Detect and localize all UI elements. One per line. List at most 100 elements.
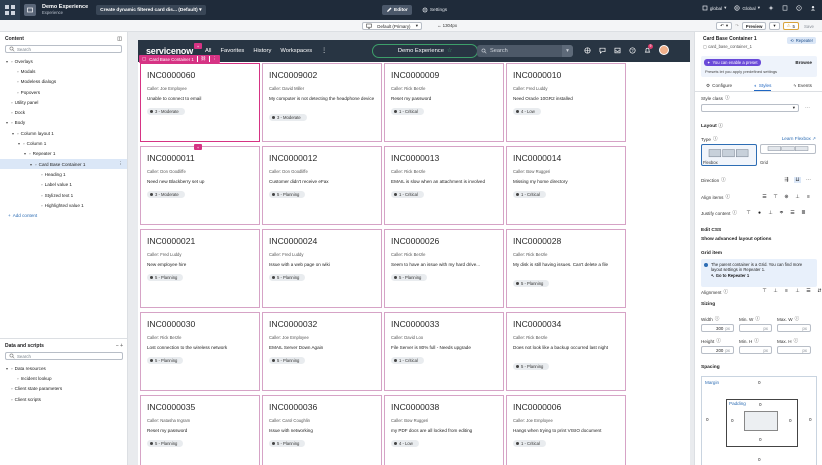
min-w-input[interactable]: px [739,324,772,332]
chevron-icon[interactable]: ▾ [11,131,15,136]
plus-icon[interactable]: + [120,343,123,349]
tree-item[interactable]: ▫ Client scripts [0,394,128,404]
more-icon[interactable]: ⋯ [805,105,810,111]
tree-item[interactable]: ▫ Stylized text 1 [0,190,127,200]
more-icon[interactable]: ⋮ [212,56,216,62]
height-input[interactable]: 200 px [701,346,734,354]
content-search-input[interactable]: Search [5,45,122,53]
viewport-select[interactable]: Default (Primary) ▾ [362,22,422,30]
incident-card[interactable]: INC0000011 Caller: Don Goodliffe Need new … [140,146,260,225]
parent-badge[interactable]: ⟲ Repeater [787,37,816,44]
preview-menu-button[interactable]: ▾ [769,22,780,30]
drag-handle-top[interactable]: + [194,43,202,49]
inbox-icon[interactable] [614,47,621,54]
incident-card[interactable]: INC0000014 Caller: Bow Ruggeri Missing my … [506,146,626,225]
chevron-icon[interactable]: ▾ [5,59,9,64]
incident-card[interactable]: INC0000009 Caller: Rick Berzle Reset my pa… [384,63,504,142]
sparkle-icon[interactable] [768,5,774,11]
tab-configure[interactable]: ⚙ Configure [706,82,732,91]
tree-item[interactable]: ▾ ▫ Repeater 1 [0,149,127,159]
tree-item[interactable]: ▫ Client state parameters [0,384,128,394]
tab-events[interactable]: ϟ Events [793,82,811,91]
incident-card[interactable]: INC0009002 Caller: David Miller My compute… [262,63,382,142]
add-content-link[interactable]: + Add content [0,210,127,220]
padding-left-value[interactable]: 0 [731,418,734,423]
chat-icon[interactable] [599,47,606,54]
redo-icon[interactable]: ↷ [735,23,739,29]
more-icon[interactable]: ⋯ [805,177,812,183]
self-auto-icon[interactable]: ⇵ [816,288,822,294]
justify-between-icon[interactable]: ≑ [778,210,785,216]
self-stretch-icon[interactable]: ⊤ [761,288,768,294]
tree-item[interactable]: ▫ Dock [0,107,127,117]
tree-item[interactable]: ▾ ▫ Column layout 1 [0,128,127,138]
incident-card[interactable]: INC0000006 Caller: Joe Employee Hangs when… [506,395,626,465]
incident-card[interactable]: INC0000012 Caller: Don Goodliffe Customer … [262,146,382,225]
width-input[interactable]: 300 px [701,324,734,332]
incident-card[interactable]: INC0000060 Caller: Joe Employee Unable to … [140,63,260,142]
help-icon[interactable]: ? [796,5,802,11]
selected-component-label[interactable]: ▢ Card Base Container 1 ⛓ ⋮ [139,55,220,63]
incident-card[interactable]: INC0000036 Caller: Carol Coughlin Issue wi… [262,395,382,465]
undo-button[interactable]: ↶ ▾ [716,22,733,30]
align-baseline-icon[interactable]: ≡ [805,194,812,200]
tree-item[interactable]: ▫ Modals [0,66,127,76]
justify-end-icon[interactable]: ⊥ [767,210,774,216]
incident-card[interactable]: INC0000010 Caller: Fred Luddy Need Oracle … [506,63,626,142]
preview-button[interactable]: Preview [741,22,767,30]
add-component-handle[interactable]: + [194,144,202,150]
incident-card[interactable]: INC0000038 Caller: Bow Ruggeri my PDF docs… [384,395,504,465]
direction-column-icon[interactable]: ⇊ [794,177,801,183]
chevron-icon[interactable]: ▾ [5,120,9,125]
scope-picker[interactable]: global ▾ [702,5,726,11]
justify-evenly-icon[interactable]: ≣ [800,210,807,216]
globe-icon[interactable] [584,46,591,54]
advanced-layout-link[interactable]: Show advanced layout options [701,237,771,242]
margin-bottom-value[interactable]: 0 [758,457,761,462]
tab-settings[interactable]: Settings [418,5,451,15]
margin-right-value[interactable]: 0 [809,417,812,422]
link-icon[interactable]: ⛓ [200,56,206,62]
help-icon[interactable]: ? [629,46,636,54]
align-stretch-icon[interactable]: ☰ [761,194,768,200]
margin-left-value[interactable]: 0 [706,417,709,422]
tree-item[interactable]: ▫ Incident lookup [0,373,128,383]
max-w-input[interactable]: px [777,324,811,332]
justify-center-icon[interactable]: ● [756,210,763,216]
incident-card[interactable]: INC0000030 Caller: Rick Berzle Lost connec… [140,312,260,391]
search-scope-dropdown[interactable]: ▾ [562,45,573,57]
pages-icon[interactable] [782,5,788,11]
incident-card[interactable]: INC0000024 Caller: Fred Luddy Issue with a… [262,229,382,308]
tree-item[interactable]: ▫ Heading 1 [0,169,127,179]
tab-editor[interactable]: Editor [382,5,412,15]
tree-item[interactable]: ▾ ▫ Data resources [0,363,128,373]
chevron-icon[interactable]: ▾ [17,141,21,146]
align-start-icon[interactable]: ⊤ [772,194,779,200]
experience-pill[interactable]: Demo Experience ☆ [372,44,478,58]
tree-item[interactable]: ▫ Utility panel [0,97,127,107]
align-end-icon[interactable]: ⊥ [794,194,801,200]
self-baseline-icon[interactable]: ☰ [805,288,812,294]
align-center-icon[interactable]: ⊕ [783,194,790,200]
justify-around-icon[interactable]: ☰ [789,210,796,216]
self-end-icon[interactable]: ⊥ [794,288,801,294]
self-center-icon[interactable]: ≡ [783,288,790,294]
incident-card[interactable]: INC0000034 Caller: Rick Berzle Does not lo… [506,312,626,391]
tree-item[interactable]: ▾ ▫ Card Base Container 1 ⋮ [0,158,127,170]
user-icon[interactable] [810,5,816,11]
global-search-input[interactable]: Search ▾ [477,45,573,57]
tree-item[interactable]: ▾ ▫ Column 1 [0,138,127,148]
tree-item[interactable]: ▫ Label value 1 [0,180,127,190]
incident-card[interactable]: INC0000035 Caller: Natasha Ingram Reset my… [140,395,260,465]
padding-right-value[interactable]: 0 [789,418,792,423]
style-class-input[interactable]: ▾ [701,104,799,112]
collapse-panel-icon[interactable]: ◫ [117,36,122,42]
tab-styles[interactable]: ◐ Styles [754,82,772,91]
self-start-icon[interactable]: ⊥ [772,288,779,294]
incident-card[interactable]: INC0000032 Caller: Joe Employee EMAIL Serv… [262,312,382,391]
max-h-input[interactable]: px [777,346,811,354]
min-h-input[interactable]: px [739,346,772,354]
browse-presets-button[interactable]: Browse [795,60,812,65]
more-icon[interactable]: ⋮ [321,48,327,54]
tree-item[interactable]: ▫ Popovers [0,87,127,97]
